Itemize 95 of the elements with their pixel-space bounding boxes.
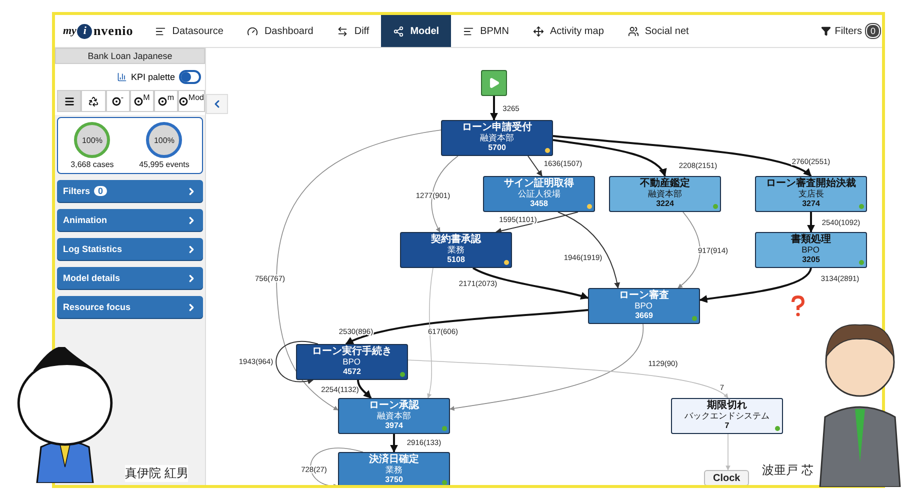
activity-title: ローン審査開始決裁 bbox=[766, 179, 856, 190]
activity-resource: BPO bbox=[635, 302, 653, 312]
accordion-button[interactable]: Resource focus bbox=[57, 296, 203, 318]
filter-icon bbox=[820, 26, 831, 36]
nav-tab[interactable]: Dashboard bbox=[235, 15, 326, 47]
recycle-icon bbox=[88, 96, 99, 106]
activity-node[interactable]: 決済日確定 業務 3750 bbox=[338, 452, 450, 485]
activity-title: ローン審査 bbox=[619, 291, 669, 302]
activity-node[interactable]: ローン実行手続き BPO 4572 bbox=[296, 344, 408, 380]
activity-node[interactable]: 契約書承認 業務 5108 bbox=[400, 232, 512, 268]
dial-icon bbox=[179, 96, 188, 106]
activity-resource: 融資本部 bbox=[480, 134, 514, 144]
activity-count: 3458 bbox=[530, 200, 548, 209]
activity-node[interactable]: サイン証明取得 公証人役場 3458 bbox=[483, 176, 595, 212]
list-icon bbox=[463, 26, 474, 36]
view-tool-button[interactable] bbox=[81, 90, 106, 112]
activity-count: 3974 bbox=[385, 422, 403, 431]
activity-count: 3224 bbox=[656, 200, 674, 209]
activity-count: 7 bbox=[724, 422, 730, 431]
stat-caption: 45,995 events bbox=[139, 160, 190, 169]
activity-resource: BPO bbox=[343, 358, 361, 368]
activity-count: 3274 bbox=[802, 200, 820, 209]
count-badge: 0 bbox=[94, 186, 108, 196]
view-tool-button[interactable]: M bbox=[130, 90, 154, 112]
menu-icon bbox=[64, 96, 75, 106]
activity-node[interactable]: 期限切れ バックエンドシステム 7 bbox=[671, 398, 783, 434]
clock-button[interactable]: Clock bbox=[704, 470, 750, 485]
nav-tab[interactable]: Datasource bbox=[143, 15, 236, 47]
view-tool-button[interactable]: Mod bbox=[178, 90, 205, 112]
activity-title: ローン申請受付 bbox=[462, 123, 532, 134]
dial-icon bbox=[134, 96, 144, 106]
nav-tab[interactable]: Diff bbox=[325, 15, 382, 47]
activity-title: ローン実行手続き bbox=[312, 347, 392, 358]
four-arrows-icon bbox=[532, 26, 544, 36]
nav-tab[interactable]: Activity map bbox=[520, 15, 616, 47]
nav-tab[interactable]: Social net bbox=[616, 15, 701, 47]
character-name: 波亜戸 芯 bbox=[762, 462, 814, 479]
swap-arrows-icon bbox=[337, 26, 348, 36]
app-logo[interactable]: my i nvenio bbox=[55, 15, 144, 47]
view-tool-button[interactable]: m bbox=[154, 90, 178, 112]
activity-title: 期限切れ bbox=[707, 401, 747, 412]
percent-ring: 100% bbox=[74, 122, 110, 158]
filter-count-badge: 0 bbox=[866, 24, 880, 38]
question-mark-icon bbox=[790, 295, 806, 317]
character-name: 真伊院 紅男 bbox=[125, 465, 188, 482]
activity-node[interactable]: 書類処理 BPO 3205 bbox=[755, 232, 867, 268]
list-icon bbox=[155, 26, 166, 36]
log-title: Bank Loan Japanese bbox=[55, 48, 205, 64]
accordion-button[interactable]: Animation bbox=[57, 209, 203, 231]
activity-node[interactable]: ローン審査 BPO 3669 bbox=[588, 288, 700, 324]
dial-icon bbox=[112, 96, 121, 106]
percent-ring: 100% bbox=[146, 122, 182, 158]
activity-title: 決済日確定 bbox=[369, 455, 419, 466]
activity-resource: 融資本部 bbox=[648, 190, 682, 200]
nodes-icon bbox=[393, 26, 404, 36]
users-icon bbox=[628, 26, 639, 36]
activity-count: 3669 bbox=[635, 312, 653, 321]
activity-resource: BPO bbox=[802, 246, 820, 256]
accordion-button[interactable]: Model details bbox=[57, 267, 203, 289]
kpi-palette-toggle[interactable] bbox=[179, 70, 201, 84]
activity-resource: 融資本部 bbox=[377, 412, 411, 422]
activity-count: 3750 bbox=[385, 476, 403, 485]
filters-button[interactable]: Filters 0 bbox=[820, 15, 882, 47]
activity-title: 不動産鑑定 bbox=[640, 179, 690, 190]
bar-chart-icon bbox=[116, 72, 127, 82]
activity-resource: 公証人役場 bbox=[518, 190, 560, 200]
play-icon bbox=[488, 77, 500, 89]
collapse-button[interactable] bbox=[206, 94, 228, 114]
activity-node[interactable]: ローン審査開始決裁 支店長 3274 bbox=[755, 176, 867, 212]
nav-tab[interactable]: BPMN bbox=[451, 15, 521, 47]
gauge-icon bbox=[247, 26, 258, 36]
activity-count: 4572 bbox=[343, 368, 361, 377]
activity-title: 書類処理 bbox=[791, 235, 831, 246]
nav-tab[interactable]: Model bbox=[381, 15, 452, 47]
activity-node[interactable]: ローン申請受付 融資本部 5700 bbox=[441, 120, 553, 156]
dial-icon bbox=[158, 96, 168, 106]
activity-count: 5700 bbox=[488, 144, 506, 153]
activity-resource: 支店長 bbox=[798, 190, 824, 200]
activity-resource: バックエンドシステム bbox=[684, 412, 770, 422]
activity-title: ローン承認 bbox=[369, 401, 419, 412]
stat-caption: 3,668 cases bbox=[70, 160, 114, 169]
activity-count: 5108 bbox=[447, 256, 465, 265]
view-tool-button[interactable] bbox=[57, 90, 82, 112]
start-node[interactable] bbox=[481, 70, 507, 96]
activity-resource: 業務 bbox=[448, 246, 464, 256]
activity-resource: 業務 bbox=[386, 466, 402, 476]
activity-title: 契約書承認 bbox=[431, 235, 481, 246]
activity-node[interactable]: ローン承認 融資本部 3974 bbox=[338, 398, 450, 434]
activity-count: 3205 bbox=[802, 256, 820, 265]
activity-node[interactable]: 不動産鑑定 融資本部 3224 bbox=[609, 176, 721, 212]
view-tool-button[interactable]: - bbox=[106, 90, 130, 112]
activity-title: サイン証明取得 bbox=[504, 179, 574, 190]
kpi-palette-label: KPI palette bbox=[130, 72, 175, 82]
accordion-button[interactable]: Filters 0 bbox=[57, 180, 203, 202]
accordion-button[interactable]: Log Statistics bbox=[57, 238, 203, 260]
